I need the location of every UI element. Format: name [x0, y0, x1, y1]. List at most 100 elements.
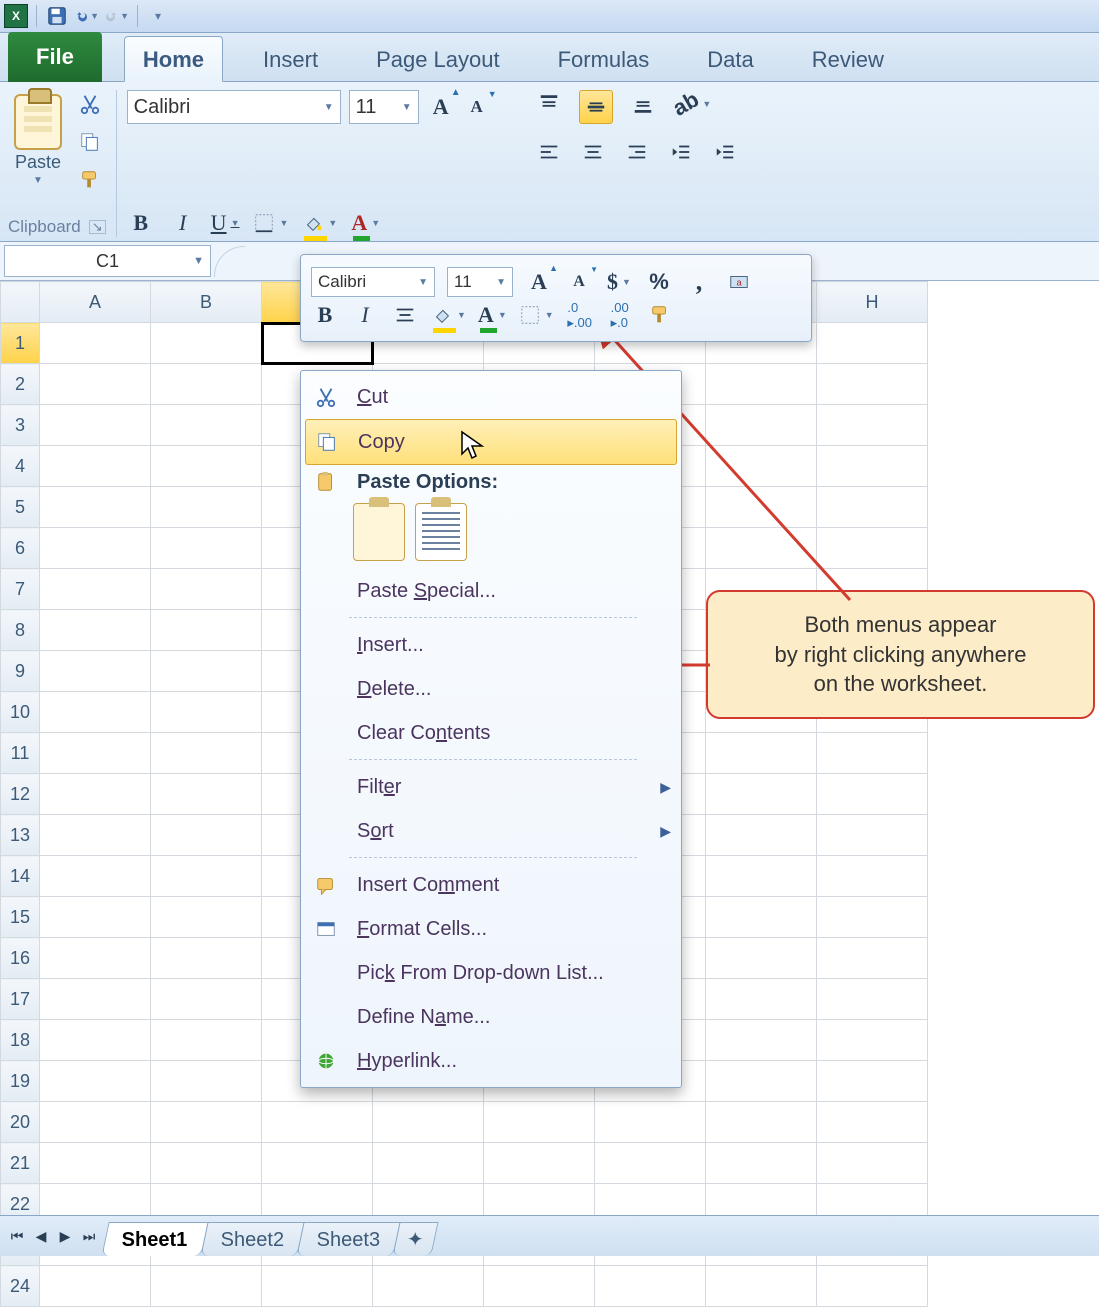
- cell-B18[interactable]: [151, 1020, 262, 1061]
- align-bottom-button[interactable]: [629, 90, 657, 118]
- cell-H24[interactable]: [817, 1266, 928, 1307]
- cell-H19[interactable]: [817, 1061, 928, 1102]
- cell-H16[interactable]: [817, 938, 928, 979]
- tab-data[interactable]: Data: [689, 37, 771, 81]
- tab-formulas[interactable]: Formulas: [540, 37, 668, 81]
- sheet-nav-first[interactable]: ⏮: [6, 1225, 28, 1247]
- ctx-cut[interactable]: Cut: [301, 375, 681, 419]
- cell-H4[interactable]: [817, 446, 928, 487]
- cell-B20[interactable]: [151, 1102, 262, 1143]
- ctx-insert-comment[interactable]: Insert Comment: [301, 863, 681, 907]
- cell-B8[interactable]: [151, 610, 262, 651]
- row-header-5[interactable]: 5: [1, 487, 40, 528]
- mini-borders[interactable]: ▼: [519, 301, 554, 329]
- font-size-dropdown[interactable]: 11▼: [349, 90, 419, 124]
- mini-accounting-format[interactable]: $▼: [605, 268, 633, 296]
- align-top-button[interactable]: [535, 90, 563, 118]
- cell-E24[interactable]: [484, 1266, 595, 1307]
- cell-C24[interactable]: [262, 1266, 373, 1307]
- cell-G3[interactable]: [706, 405, 817, 446]
- row-header-24[interactable]: 24: [1, 1266, 40, 1307]
- ctx-paste-special[interactable]: Paste Special...: [301, 569, 681, 613]
- font-color-button[interactable]: A▼: [351, 209, 380, 237]
- cell-B10[interactable]: [151, 692, 262, 733]
- italic-button[interactable]: I: [169, 209, 197, 237]
- column-header-H[interactable]: H: [817, 282, 928, 323]
- mini-center[interactable]: [391, 301, 419, 329]
- cell-A13[interactable]: [40, 815, 151, 856]
- mini-font-name[interactable]: Calibri▼: [311, 267, 435, 297]
- cell-A24[interactable]: [40, 1266, 151, 1307]
- mini-decrease-decimal[interactable]: .00▸.0: [606, 301, 634, 329]
- undo-button[interactable]: ▼: [75, 4, 99, 28]
- row-header-13[interactable]: 13: [1, 815, 40, 856]
- borders-button[interactable]: ▼: [253, 209, 288, 237]
- row-header-14[interactable]: 14: [1, 856, 40, 897]
- underline-button[interactable]: U▼: [211, 209, 240, 237]
- cell-B9[interactable]: [151, 651, 262, 692]
- cell-G4[interactable]: [706, 446, 817, 487]
- mini-percent-format[interactable]: %: [645, 268, 673, 296]
- cell-G18[interactable]: [706, 1020, 817, 1061]
- cell-H17[interactable]: [817, 979, 928, 1020]
- cell-H20[interactable]: [817, 1102, 928, 1143]
- row-header-21[interactable]: 21: [1, 1143, 40, 1184]
- cell-B16[interactable]: [151, 938, 262, 979]
- font-name-dropdown[interactable]: Calibri▼: [127, 90, 341, 124]
- row-header-10[interactable]: 10: [1, 692, 40, 733]
- cell-A4[interactable]: [40, 446, 151, 487]
- row-header-15[interactable]: 15: [1, 897, 40, 938]
- sheet-nav-prev[interactable]: ◀: [30, 1225, 52, 1247]
- mini-bold[interactable]: B: [311, 301, 339, 329]
- cell-A21[interactable]: [40, 1143, 151, 1184]
- cell-B5[interactable]: [151, 487, 262, 528]
- cell-B15[interactable]: [151, 897, 262, 938]
- tab-review[interactable]: Review: [794, 37, 902, 81]
- column-header-B[interactable]: B: [151, 282, 262, 323]
- ctx-define-name[interactable]: Define Name...: [301, 995, 681, 1039]
- paste-option-default[interactable]: [353, 503, 405, 561]
- cell-E21[interactable]: [484, 1143, 595, 1184]
- row-header-19[interactable]: 19: [1, 1061, 40, 1102]
- cell-A2[interactable]: [40, 364, 151, 405]
- row-header-11[interactable]: 11: [1, 733, 40, 774]
- cell-B3[interactable]: [151, 405, 262, 446]
- increase-indent-button[interactable]: [711, 138, 739, 166]
- mini-increase-decimal[interactable]: .0▸.00: [566, 301, 594, 329]
- cell-F21[interactable]: [595, 1143, 706, 1184]
- cell-B6[interactable]: [151, 528, 262, 569]
- sheet-tab-sheet2[interactable]: Sheet2: [200, 1222, 305, 1256]
- row-header-2[interactable]: 2: [1, 364, 40, 405]
- cell-H5[interactable]: [817, 487, 928, 528]
- row-header-18[interactable]: 18: [1, 1020, 40, 1061]
- cell-G13[interactable]: [706, 815, 817, 856]
- cell-A17[interactable]: [40, 979, 151, 1020]
- cell-G11[interactable]: [706, 733, 817, 774]
- cell-B12[interactable]: [151, 774, 262, 815]
- cell-G19[interactable]: [706, 1061, 817, 1102]
- row-header-7[interactable]: 7: [1, 569, 40, 610]
- cell-A20[interactable]: [40, 1102, 151, 1143]
- cell-A3[interactable]: [40, 405, 151, 446]
- cell-A14[interactable]: [40, 856, 151, 897]
- cell-A8[interactable]: [40, 610, 151, 651]
- cell-H13[interactable]: [817, 815, 928, 856]
- redo-button[interactable]: ▼: [105, 4, 129, 28]
- cell-A1[interactable]: [40, 323, 151, 364]
- cell-G17[interactable]: [706, 979, 817, 1020]
- cell-B13[interactable]: [151, 815, 262, 856]
- sheet-nav-next[interactable]: ▶: [54, 1225, 76, 1247]
- mini-merge-center[interactable]: a: [725, 268, 753, 296]
- copy-button[interactable]: [76, 128, 104, 156]
- row-header-16[interactable]: 16: [1, 938, 40, 979]
- row-header-6[interactable]: 6: [1, 528, 40, 569]
- align-middle-button[interactable]: [579, 90, 613, 124]
- cell-H3[interactable]: [817, 405, 928, 446]
- cell-G2[interactable]: [706, 364, 817, 405]
- cell-A18[interactable]: [40, 1020, 151, 1061]
- format-painter-button[interactable]: [76, 166, 104, 194]
- cell-H15[interactable]: [817, 897, 928, 938]
- paste-button[interactable]: Paste ▼: [8, 90, 68, 194]
- cell-A16[interactable]: [40, 938, 151, 979]
- cell-A9[interactable]: [40, 651, 151, 692]
